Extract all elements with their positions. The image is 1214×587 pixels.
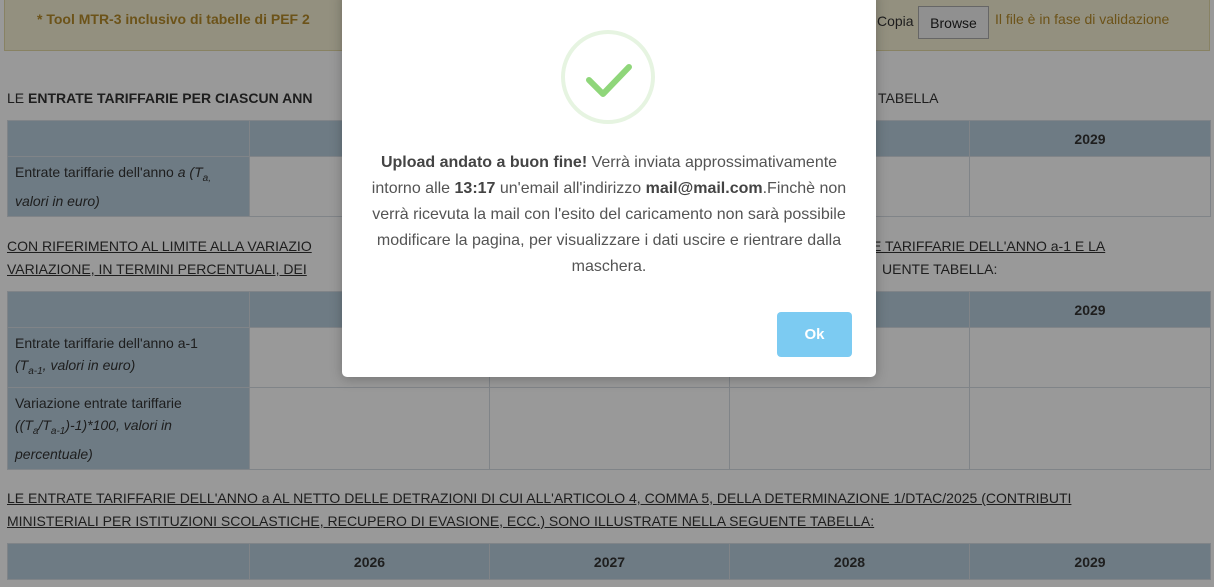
dialog-email: mail@mail.com: [645, 180, 763, 197]
check-mark: [586, 64, 632, 97]
dialog-title: Upload andato a buon fine!: [380, 154, 588, 171]
dialog-time: 13:17: [454, 180, 496, 197]
dialog-message: Upload andato a buon fine! Verrà inviata…: [362, 150, 856, 280]
dialog-text: un'email all'indirizzo: [495, 180, 646, 197]
success-dialog: Upload andato a buon fine! Verrà inviata…: [342, 0, 876, 377]
ok-button[interactable]: Ok: [777, 312, 852, 357]
success-check-icon: [561, 30, 655, 124]
